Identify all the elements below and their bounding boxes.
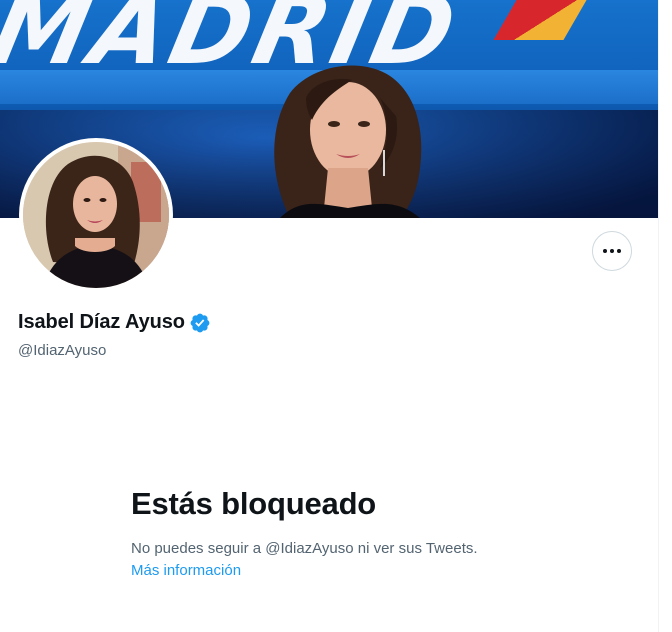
- profile-avatar[interactable]: [19, 138, 173, 292]
- profile-handle: @IdiazAyuso: [18, 342, 107, 359]
- blocked-title: Estás bloqueado: [131, 486, 377, 521]
- blocked-description: No puedes seguir a @IdiazAyuso ni ver su…: [131, 540, 478, 557]
- verified-badge-icon[interactable]: [189, 312, 211, 334]
- profile-display-name: Isabel Díaz Ayuso: [18, 311, 185, 333]
- profile-page: MADRID Isabel Díaz Ayuso @IdiazAyuso Est…: [0, 0, 658, 632]
- banner-person-photo: [274, 65, 422, 218]
- more-horizontal-icon: [603, 249, 621, 253]
- more-options-button[interactable]: [592, 231, 632, 271]
- more-info-link[interactable]: Más información: [131, 562, 241, 579]
- page-scroll-edge: [658, 0, 672, 632]
- avatar-photo: [23, 142, 169, 288]
- profile-name-row: Isabel Díaz Ayuso: [18, 311, 211, 334]
- avatar-portrait: [23, 142, 169, 288]
- banner-flag-shape: [493, 0, 587, 40]
